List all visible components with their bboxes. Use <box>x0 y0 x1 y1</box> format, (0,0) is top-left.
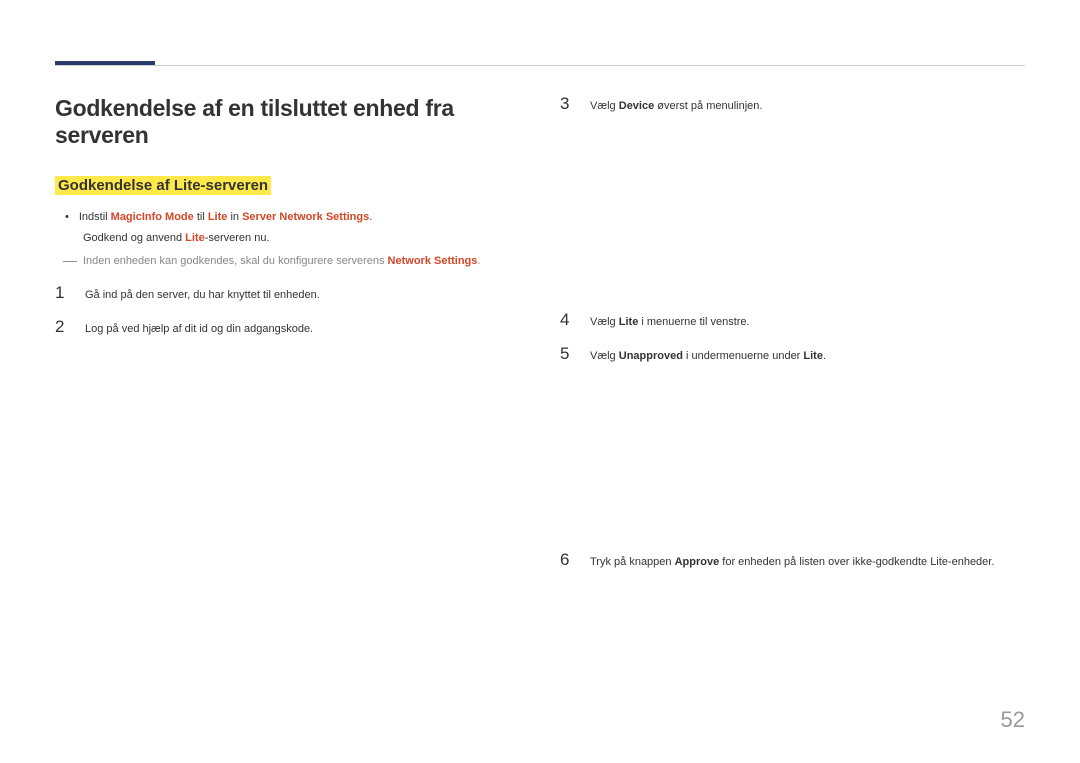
magicinfo-mode: MagicInfo Mode <box>111 211 194 223</box>
step-number: 6 <box>560 551 574 572</box>
step-text: Gå ind på den server, du har knyttet til… <box>85 284 520 305</box>
right-column: 3 Vælg Device øverst på menulinjen. 4 Væ… <box>560 95 1025 585</box>
t: Tryk på knappen <box>590 556 675 568</box>
t: . <box>369 211 372 223</box>
page-container: Godkendelse af en tilsluttet enhed fra s… <box>0 0 1080 763</box>
unapproved-label: Unapproved <box>619 350 683 362</box>
device-label: Device <box>619 100 654 112</box>
bullet-dot: • <box>65 208 69 227</box>
step-number: 3 <box>560 95 574 116</box>
t: -serveren nu. <box>205 232 270 244</box>
lite-ref: Lite <box>185 232 205 244</box>
step-2: 2 Log på ved hjælp af dit id og din adga… <box>55 318 520 339</box>
step-text: Tryk på knappen Approve for enheden på l… <box>590 551 1025 572</box>
t: . <box>823 350 826 362</box>
t: i undermenuerne under <box>683 350 803 362</box>
lite-label: Lite <box>803 350 823 362</box>
content-columns: Godkendelse af en tilsluttet enhed fra s… <box>55 95 1025 585</box>
lite-label: Lite <box>619 316 639 328</box>
t: Vælg <box>590 100 619 112</box>
left-column: Godkendelse af en tilsluttet enhed fra s… <box>55 95 520 585</box>
page-number: 52 <box>1001 707 1025 733</box>
approve-label: Approve <box>675 556 720 568</box>
step-5: 5 Vælg Unapproved i undermenuerne under … <box>560 345 1025 366</box>
t: Vælg <box>590 350 619 362</box>
step-text: Vælg Device øverst på menulinjen. <box>590 95 1025 116</box>
step-text: Log på ved hjælp af dit id og din adgang… <box>85 318 520 339</box>
step-number: 4 <box>560 311 574 332</box>
header-rule <box>55 65 1025 66</box>
server-network-settings: Server Network Settings <box>242 211 369 223</box>
t: øverst på menulinjen. <box>654 100 762 112</box>
t: Inden enheden kan godkendes, skal du kon… <box>83 255 388 267</box>
step-number: 1 <box>55 284 69 305</box>
note-block: ― Inden enheden kan godkendes, skal du k… <box>63 253 520 270</box>
sub-heading-text: Godkendelse af Lite-serveren <box>55 176 271 195</box>
lite-ref: Lite <box>208 211 228 223</box>
step-6: 6 Tryk på knappen Approve for enheden på… <box>560 551 1025 572</box>
step-1: 1 Gå ind på den server, du har knyttet t… <box>55 284 520 305</box>
t: Vælg <box>590 316 619 328</box>
bullet-item: • Indstil MagicInfo Mode til Lite in Ser… <box>65 208 520 227</box>
step-text: Vælg Unapproved i undermenuerne under Li… <box>590 345 1025 366</box>
bullet-text: Indstil MagicInfo Mode til Lite in Serve… <box>79 208 520 227</box>
network-settings: Network Settings <box>388 255 478 267</box>
sub-heading: Godkendelse af Lite-serveren <box>55 177 271 194</box>
t: Indstil <box>79 211 111 223</box>
bullet-block: • Indstil MagicInfo Mode til Lite in Ser… <box>65 208 520 247</box>
step-text: Vælg Lite i menuerne til venstre. <box>590 311 1025 332</box>
t: . <box>477 255 480 267</box>
step-number: 2 <box>55 318 69 339</box>
note-dash: ― <box>63 253 77 270</box>
t: i menuerne til venstre. <box>638 316 749 328</box>
t: til <box>194 211 208 223</box>
bullet-sub: Godkend og anvend Lite-serveren nu. <box>83 229 520 248</box>
step-4: 4 Vælg Lite i menuerne til venstre. <box>560 311 1025 332</box>
main-heading: Godkendelse af en tilsluttet enhed fra s… <box>55 95 520 149</box>
step-3: 3 Vælg Device øverst på menulinjen. <box>560 95 1025 116</box>
t: Godkend og anvend <box>83 232 185 244</box>
step-number: 5 <box>560 345 574 366</box>
t: in <box>227 211 242 223</box>
t: for enheden på listen over ikke-godkendt… <box>719 556 994 568</box>
note-text: Inden enheden kan godkendes, skal du kon… <box>83 253 480 270</box>
